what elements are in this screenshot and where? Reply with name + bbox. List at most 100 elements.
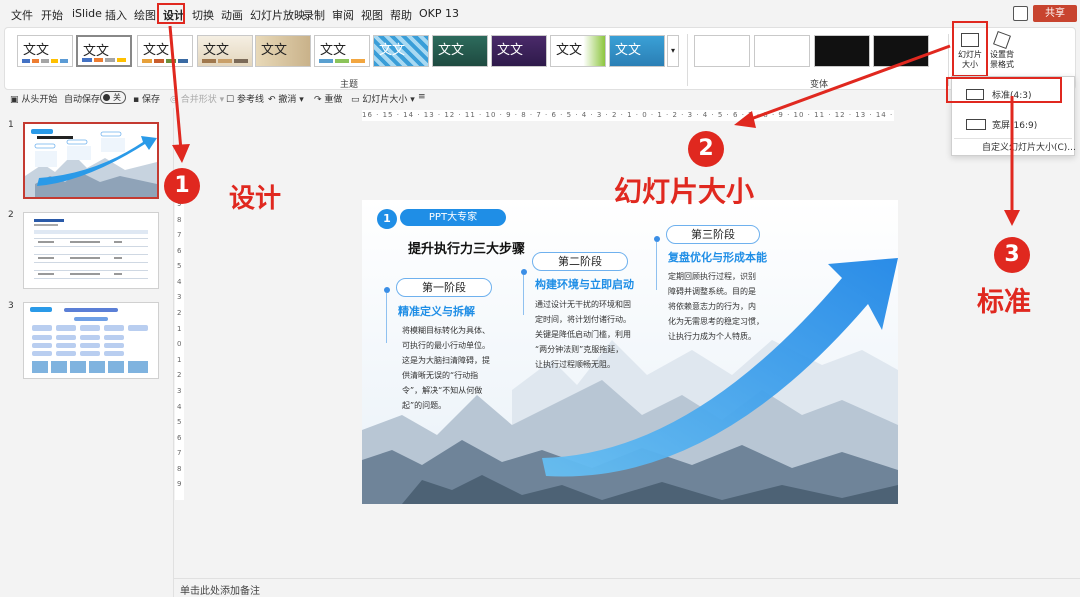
- menu-animations[interactable]: 动画: [221, 7, 243, 23]
- menu-islide[interactable]: iSlide: [72, 7, 102, 20]
- theme-thumb-1[interactable]: 文文: [17, 35, 73, 67]
- theme-thumb-8[interactable]: 文文: [432, 35, 488, 67]
- step-1-text: 设计: [229, 184, 282, 214]
- theme-thumb-5[interactable]: 文文: [255, 35, 311, 67]
- stage-line: [386, 293, 387, 343]
- step-3-text: 标准: [977, 287, 1031, 318]
- stage-3-body: 定期回顾执行过程，识别 障碍并调整系统。目的是 将依赖意志力的行为，内 化为无需…: [668, 272, 764, 341]
- save-button[interactable]: ▪ 保存: [133, 92, 160, 105]
- stage-1-title: 精准定义与拆解: [398, 305, 475, 318]
- save-label: 保存: [141, 95, 160, 105]
- step-2-circle: 2: [688, 131, 724, 167]
- theme-thumb-2[interactable]: 文文: [76, 35, 132, 67]
- undo-button[interactable]: ↶ 撤消 ▾: [268, 92, 304, 105]
- variant-thumb-1[interactable]: [694, 35, 750, 67]
- aspect-16-9-icon: [966, 119, 986, 130]
- ruler-tick-label: 2: [177, 371, 182, 380]
- custom-slide-size-option[interactable]: 自定义幻灯片大小(C)...: [982, 140, 1076, 153]
- theme-sample-text: 文文: [143, 43, 170, 58]
- stage-1-label: 第一阶段: [422, 281, 466, 294]
- slide-size-qat-button[interactable]: ▭ 幻灯片大小 ▾: [351, 92, 415, 105]
- ruler-tick-label: 4: [177, 402, 182, 411]
- step-1-circle: 1: [164, 168, 200, 204]
- menu-help[interactable]: 帮助: [390, 7, 412, 23]
- menu-draw[interactable]: 绘图: [134, 7, 156, 23]
- undo-label: 撤消: [278, 95, 297, 105]
- autosave-toggle[interactable]: 关: [100, 91, 126, 104]
- theme-sample-text: 文文: [83, 44, 110, 59]
- slide-thumbnail-1[interactable]: [23, 122, 159, 199]
- menu-okp[interactable]: OKP 13: [419, 7, 459, 20]
- menu-view[interactable]: 视图: [361, 7, 383, 23]
- variant-thumb-3[interactable]: [814, 35, 870, 67]
- divider: [687, 34, 688, 86]
- theme-sample-text: 文文: [438, 43, 465, 58]
- share-label: 共享: [1045, 8, 1065, 19]
- redo-label: 重做: [324, 95, 343, 105]
- step-3-circle: 3: [994, 237, 1030, 273]
- theme-thumb-3[interactable]: 文文: [137, 35, 193, 67]
- slide-size-qat-label: 幻灯片大小: [362, 95, 408, 105]
- ribbon: 文文 文文 文文 文文 文文 文文 文文 文文 文文 文文 文文 ▾ 主题 变体: [4, 21, 1076, 90]
- widescreen-16-9-option[interactable]: 宽屏(16:9): [954, 110, 1072, 138]
- theme-thumb-11[interactable]: 文文: [609, 35, 665, 67]
- menu-transitions[interactable]: 切换: [192, 7, 214, 23]
- from-start-button[interactable]: ▣ 从头开始: [10, 92, 57, 105]
- theme-thumb-9[interactable]: 文文: [491, 35, 547, 67]
- comment-icon[interactable]: [1013, 6, 1028, 21]
- notes-pane[interactable]: 单击此处添加备注: [174, 578, 1080, 597]
- menu-file[interactable]: 文件: [11, 7, 33, 23]
- ruler-tick-label: 2: [177, 309, 182, 318]
- variant-thumb-4[interactable]: [873, 35, 929, 67]
- merge-shapes-label: 合并形状: [180, 95, 217, 105]
- autosave-label: 自动保存: [64, 95, 101, 105]
- menu-insert[interactable]: 插入: [105, 7, 127, 23]
- stage-1-pill: 第一阶段: [396, 278, 492, 297]
- thumb-number: 3: [8, 301, 14, 311]
- variant-thumb-2[interactable]: [754, 35, 810, 67]
- ruler-tick-label: 8: [177, 464, 182, 473]
- redo-button[interactable]: ↷ 重做: [314, 92, 342, 105]
- menu-home[interactable]: 开始: [41, 7, 63, 23]
- ruler-tick-label: 1: [177, 324, 182, 333]
- slide-thumbnail-3[interactable]: [23, 302, 159, 379]
- theme-thumb-4[interactable]: 文文: [197, 35, 253, 67]
- slide-tag: PPT大专家: [400, 209, 506, 226]
- design-highlight-box: [157, 3, 185, 24]
- divider: [954, 138, 1072, 139]
- slide-badge-number: 1: [377, 209, 397, 229]
- format-background-button[interactable]: 设置背景格式: [988, 30, 1016, 78]
- menu-record[interactable]: 录制: [303, 7, 325, 23]
- step-2-text: 幻灯片大小: [614, 175, 755, 208]
- theme-thumb-6[interactable]: 文文: [314, 35, 370, 67]
- share-button[interactable]: 共享: [1033, 5, 1077, 22]
- stage-2-pill: 第二阶段: [532, 252, 628, 271]
- menu-slideshow[interactable]: 幻灯片放映: [250, 7, 305, 23]
- ruler-tick-label: 1: [177, 355, 182, 364]
- theme-thumb-10[interactable]: 文文: [550, 35, 606, 67]
- guides-label: 参考线: [236, 95, 264, 105]
- ruler-tick-label: 3: [177, 293, 182, 302]
- variants-group-label: 变体: [810, 80, 829, 90]
- theme-sample-text: 文文: [556, 43, 583, 58]
- stage-1-body: 将模糊目标转化为具体、 可执行的最小行动单位。 这是为大脑扫清障碍，提 供清晰无…: [402, 326, 490, 410]
- ruler-tick-label: 4: [177, 277, 182, 286]
- thumb-number: 2: [8, 210, 14, 220]
- menu-review[interactable]: 审阅: [332, 7, 354, 23]
- ruler-tick-label: 5: [177, 262, 182, 271]
- slide-canvas[interactable]: 1 PPT大专家 提升执行力三大步骤 第一阶段 精准定义与拆解 将模糊目标转化为…: [362, 200, 898, 504]
- thumb-3-preview: [24, 303, 158, 378]
- theme-thumb-7[interactable]: 文文: [373, 35, 429, 67]
- slide-title: 提升执行力三大步骤: [408, 242, 526, 257]
- ruler-tick-label: 0: [177, 340, 182, 349]
- ruler-tick-label: 6: [177, 433, 182, 442]
- guides-checkbox[interactable]: ☐ 参考线: [226, 92, 264, 105]
- theme-more-icon[interactable]: ▾: [667, 35, 679, 67]
- thumb-2-preview: [24, 213, 158, 288]
- vertical-ruler: 9876543210123456789: [175, 200, 184, 500]
- slide-thumbnail-2[interactable]: [23, 212, 159, 289]
- merge-shapes-button[interactable]: ◎ 合并形状 ▾: [170, 92, 224, 105]
- stage-3-label: 第三阶段: [691, 228, 735, 241]
- autosave-state: 关: [113, 93, 121, 102]
- customize-qat-icon[interactable]: ≡: [418, 92, 426, 102]
